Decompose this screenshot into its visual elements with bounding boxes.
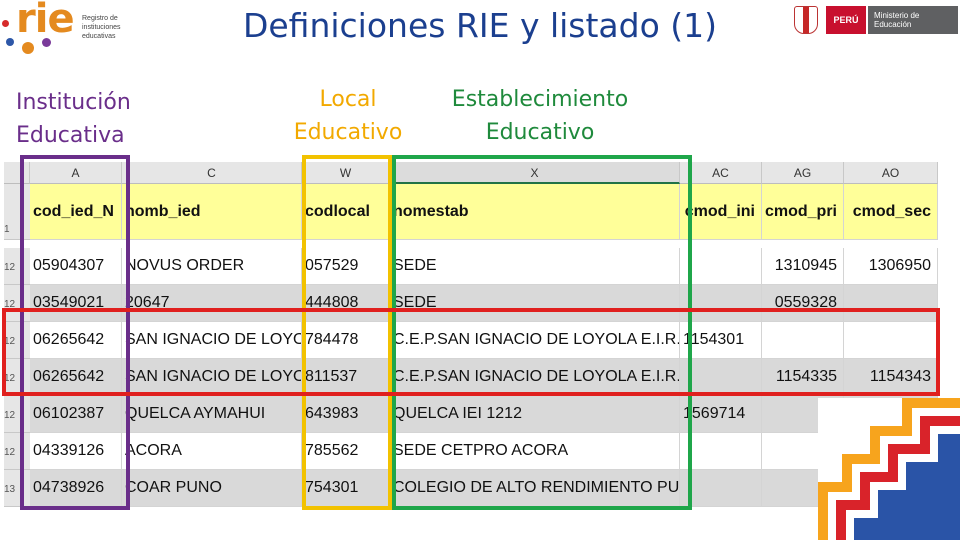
peru-label: PERÚ (826, 6, 866, 34)
decorative-steps-graphic (818, 398, 960, 540)
column-header-ag[interactable]: AG (762, 162, 844, 184)
column-header-c[interactable]: C (122, 162, 302, 184)
header-cell-cmod-sec[interactable]: cmod_sec (844, 184, 938, 240)
ministry-label: Ministerio de Educación (868, 6, 958, 34)
cell-cmod-ini[interactable] (680, 248, 762, 285)
peru-shield-icon (794, 6, 818, 34)
highlight-san-ignacio-rows (2, 308, 940, 396)
cell-nomb-ied[interactable]: NOVUS ORDER (122, 248, 302, 285)
rie-logo: rie Registro de instituciones educativas (0, 0, 150, 62)
cell-cmod-sec[interactable]: 1306950 (844, 248, 938, 285)
label-local-educativo: Local Educativo (293, 87, 403, 145)
label-institucion-educativa: Institución Educativa (16, 90, 131, 148)
header-cell-nomb-ied[interactable]: nomb_ied (122, 184, 302, 240)
cell-cmod-ini[interactable] (680, 470, 762, 507)
cell-cmod-ini[interactable] (680, 433, 762, 470)
cell-nomb-ied[interactable]: COAR PUNO (122, 470, 302, 507)
rie-logo-subtitle: Registro de instituciones educativas (82, 15, 121, 40)
minedu-logo: PERÚ Ministerio de Educación (786, 2, 958, 38)
label-establecimiento-educativo: Establecimiento Educativo (451, 87, 629, 145)
cell-nomb-ied[interactable]: QUELCA AYMAHUI (122, 396, 302, 433)
rie-logo-word: rie (16, 0, 75, 42)
header-cell-cmod-ini[interactable]: cmod_ini (680, 184, 762, 240)
logo-dot-orange (22, 42, 34, 54)
column-header-ao[interactable]: AO (844, 162, 938, 184)
header-cell-cmod-pri[interactable]: cmod_pri (762, 184, 844, 240)
cell-cmod-pri[interactable]: 1310945 (762, 248, 844, 285)
cell-cmod-ini[interactable]: 1569714 (680, 396, 762, 433)
logo-dot-red (2, 20, 9, 27)
column-header-ac[interactable]: AC (680, 162, 762, 184)
slide-title: Definiciones RIE y listado (1) (242, 6, 718, 45)
cell-nomb-ied[interactable]: ACORA (122, 433, 302, 470)
logo-dot-blue (6, 38, 14, 46)
